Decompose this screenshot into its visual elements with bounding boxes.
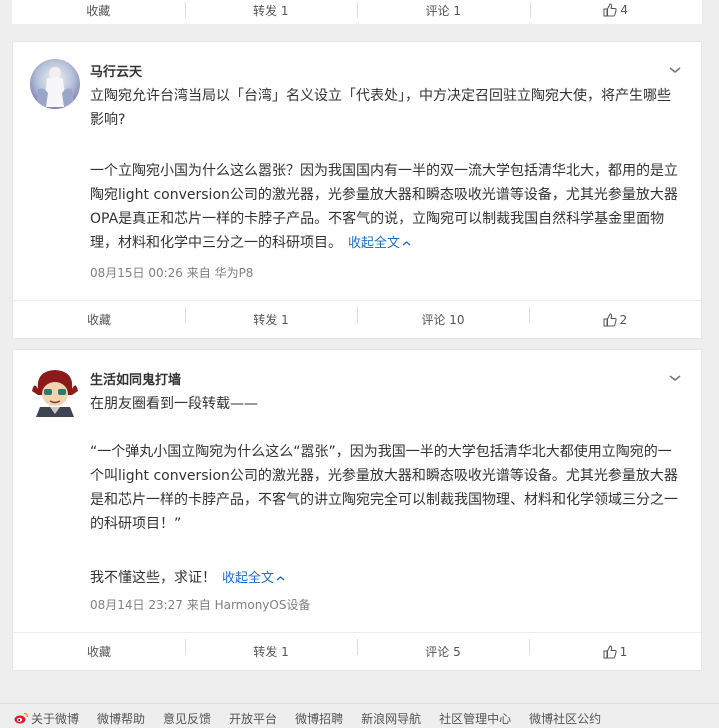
post-card: 生活如同鬼打墙 在朋友圈看到一段转载—— “一个弹丸小国立陶宛为什么这么“嚣张”…	[12, 349, 702, 671]
footer: 关于微博 微博帮助 意见反馈 开放平台 微博招聘 新浪网导航 社区管理中心 微博…	[0, 703, 719, 728]
like-count: 4	[620, 3, 629, 17]
footer-link-feedback[interactable]: 意见反馈	[163, 710, 211, 727]
post-action-bar: 收藏 转发 1 评论 5 1	[13, 632, 701, 670]
weibo-logo-icon	[14, 712, 29, 724]
collect-label: 收藏	[86, 645, 111, 659]
like-icon	[603, 3, 618, 17]
post-title-text: 立陶宛允许台湾当局以「台湾」名义设立「代表处」，中方决定召回驻立陶宛大使，将产生…	[90, 88, 671, 128]
comment-label: 评论 1	[425, 3, 461, 18]
avatar[interactable]	[30, 59, 80, 109]
post-intro-text: 在朋友圈看到一段转载——	[90, 396, 258, 412]
collect-label: 收藏	[86, 3, 111, 18]
repost-button[interactable]: 转发 1	[185, 301, 357, 338]
post-action-bar: 收藏 转发 1 评论 10 2	[13, 300, 701, 338]
post-body: 一个立陶宛小国为什么这么嚣张？因为我国国内有一半的双一流大学包括清华北大，都用的…	[90, 159, 679, 256]
collapse-full-text-link[interactable]: 收起全文	[348, 236, 411, 251]
chevron-down-icon[interactable]	[667, 62, 683, 78]
comment-label: 评论 5	[425, 645, 461, 659]
collect-button[interactable]: 收藏	[13, 633, 185, 670]
like-icon	[603, 644, 617, 658]
avatar[interactable]	[30, 367, 80, 417]
repost-label: 转发 1	[253, 313, 289, 327]
like-count: 2	[619, 312, 628, 327]
footer-link-community-center[interactable]: 社区管理中心	[439, 710, 511, 727]
comment-button[interactable]: 评论 10	[357, 301, 529, 338]
post-meta: 08月14日 23:27 来自 HarmonyOS设备	[90, 598, 311, 612]
collapse-full-text-link[interactable]: 收起全文	[222, 571, 285, 586]
chevron-up-icon	[276, 576, 285, 581]
repost-button[interactable]: 转发 1	[185, 633, 357, 670]
post-closing-text: 我不懂这些，求证！	[90, 570, 216, 586]
like-button[interactable]: 1	[529, 633, 701, 670]
like-count: 1	[619, 644, 628, 659]
post-body: 我不懂这些，求证！ 收起全文	[90, 566, 679, 591]
comment-label: 评论 10	[421, 313, 465, 327]
top-action-bar: 收藏 转发 1 评论 1 4	[12, 0, 702, 24]
post-meta: 08月15日 00:26 来自 华为P8	[90, 266, 254, 280]
repost-button[interactable]: 转发 1	[184, 0, 358, 24]
footer-link-open-platform[interactable]: 开放平台	[229, 710, 277, 727]
chevron-down-icon[interactable]	[667, 370, 683, 386]
collapse-label: 收起全文	[222, 571, 275, 586]
footer-link-about[interactable]: 关于微博	[14, 710, 79, 727]
collect-label: 收藏	[86, 313, 111, 327]
footer-link-sina-nav[interactable]: 新浪网导航	[361, 710, 421, 727]
footer-links: 关于微博 微博帮助 意见反馈 开放平台 微博招聘 新浪网导航 社区管理中心 微博…	[14, 710, 619, 727]
collect-button[interactable]: 收藏	[13, 301, 185, 338]
post-card: 马行云天 立陶宛允许台湾当局以「台湾」名义设立「代表处」，中方决定召回驻立陶宛大…	[12, 41, 702, 339]
like-button[interactable]: 4	[529, 0, 703, 24]
chevron-up-icon	[402, 241, 411, 246]
post-quote-text: “一个弹丸小国立陶宛为什么这么“嚣张”，因为我国一半的大学包括清华北大都使用立陶…	[90, 444, 678, 532]
comment-button[interactable]: 评论 1	[357, 0, 530, 24]
collect-button[interactable]: 收藏	[12, 0, 185, 24]
username[interactable]: 生活如同鬼打墙	[90, 369, 181, 388]
footer-link-label: 关于微博	[31, 712, 80, 726]
footer-link-community-rules[interactable]: 微博社区公约	[529, 710, 601, 727]
like-button[interactable]: 2	[529, 301, 701, 338]
like-icon	[603, 312, 617, 326]
footer-link-jobs[interactable]: 微博招聘	[295, 710, 343, 727]
repost-label: 转发 1	[253, 3, 289, 18]
comment-button[interactable]: 评论 5	[357, 633, 529, 670]
footer-link-help[interactable]: 微博帮助	[97, 710, 145, 727]
repost-label: 转发 1	[253, 645, 289, 659]
collapse-label: 收起全文	[348, 236, 401, 251]
username[interactable]: 马行云天	[90, 61, 142, 80]
